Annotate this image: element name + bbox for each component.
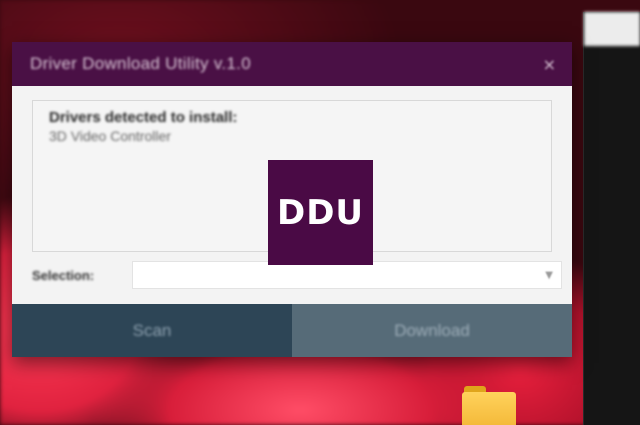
action-buttons: Scan Download [12,304,572,357]
selection-label: Selection: [32,267,95,283]
ddu-logo: DDU [268,160,373,265]
driver-item[interactable]: 3D Video Controller [49,128,535,144]
background-window[interactable] [583,12,640,425]
folder-body [462,392,516,425]
download-button[interactable]: Download [292,304,572,357]
scan-button-label: Scan [132,320,172,340]
ddu-logo-text: DDU [276,192,365,233]
scan-button[interactable]: Scan [12,304,292,357]
close-icon[interactable]: × [543,55,556,74]
background-window-titlebar[interactable] [584,12,640,46]
download-button-label: Download [394,320,470,340]
selection-dropdown[interactable]: ▼ [132,261,562,289]
window-title: Driver Download Utility v.1.0 [30,54,251,73]
titlebar[interactable]: Driver Download Utility v.1.0 × [12,42,572,86]
drivers-heading: Drivers detected to install: [49,109,238,126]
folder-icon[interactable] [462,380,516,425]
chevron-down-icon: ▼ [545,269,553,281]
